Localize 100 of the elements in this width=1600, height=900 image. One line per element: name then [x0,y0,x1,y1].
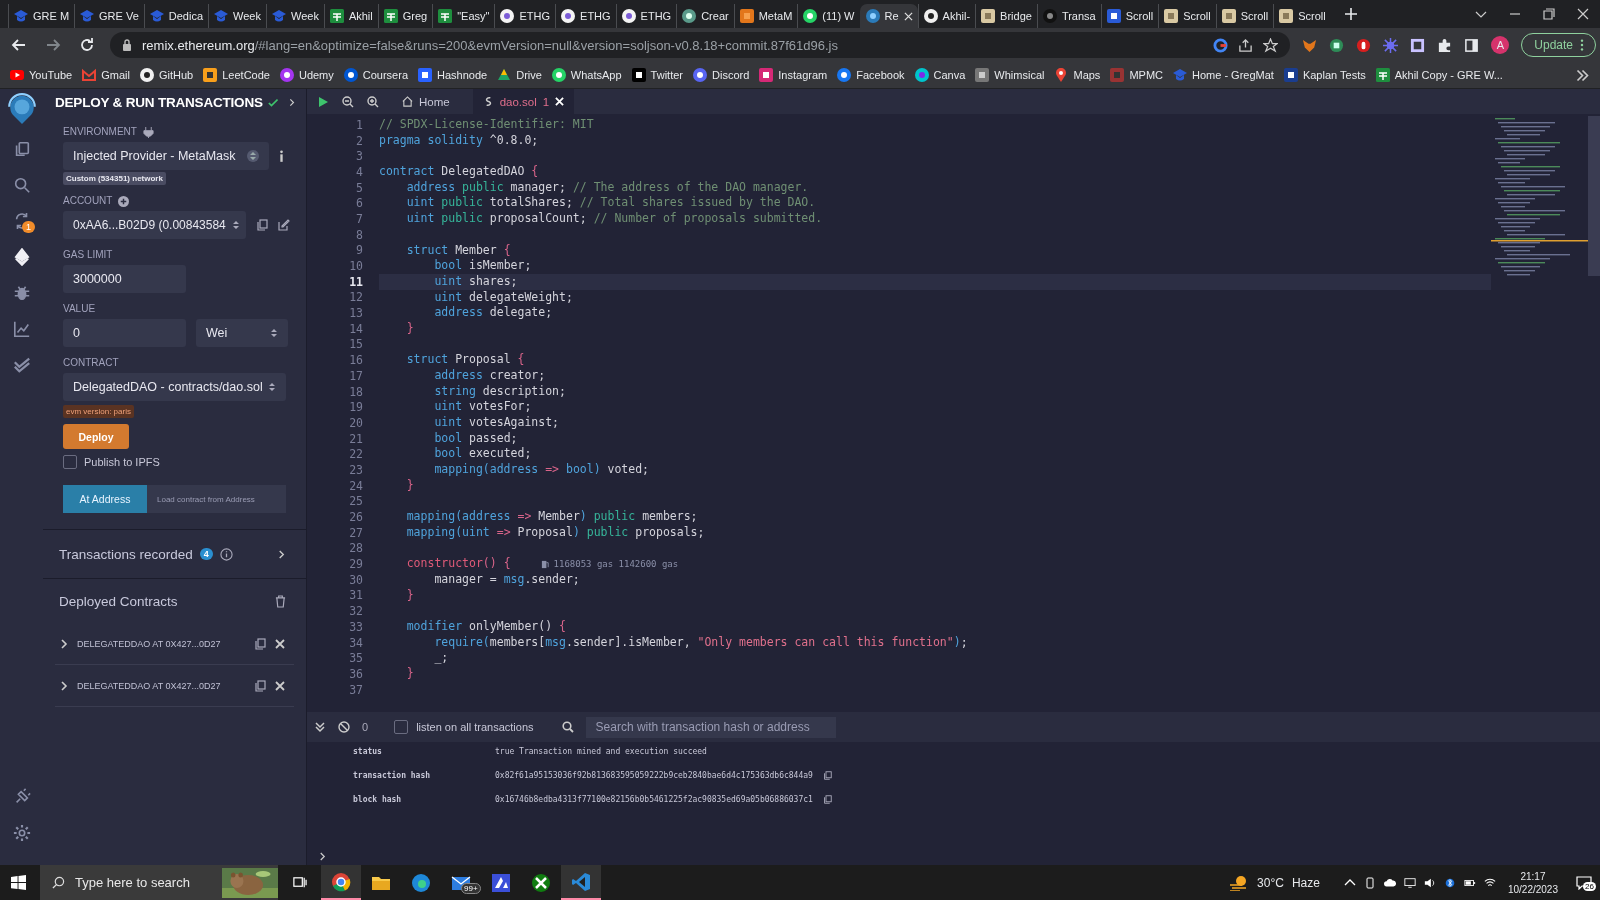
bookmark[interactable]: LeetCode [203,68,270,82]
windows-icon[interactable] [11,875,26,890]
code-line: struct Proposal { [405,352,526,368]
bookmark[interactable]: Coursera [343,68,409,82]
address-bar[interactable]: remix.ethereum.org/#lang=en&optimize=false&runs=200&evmVersion=null&version=soljson-v0.8.18+commit.87f61d96.js [110,32,1291,58]
at-address-button[interactable]: At Address [63,485,147,513]
bluetooth-icon[interactable] [1443,876,1456,889]
zoom-out-icon[interactable] [342,95,354,108]
bookmark[interactable]: Facebook [837,68,905,82]
more-icon[interactable] [1580,38,1584,52]
new-tab-icon[interactable] [1344,8,1357,20]
back-icon[interactable] [11,37,27,53]
bookmark[interactable]: Drive [497,68,542,82]
taskbar-app[interactable] [561,865,601,900]
unit-dropdown[interactable]: Wei [196,319,288,347]
reload-icon[interactable] [79,37,95,53]
copy-icon[interactable] [255,219,268,231]
bookmark[interactable]: YouTube [10,68,73,82]
chevron-right-icon[interactable] [59,680,69,691]
copy-icon[interactable] [822,771,832,780]
fox-icon[interactable] [1302,37,1318,53]
bookmark[interactable]: Maps [1054,68,1101,82]
speech-bubble-icon [1576,875,1592,890]
edit-icon[interactable] [277,219,290,231]
trash-icon[interactable] [275,594,286,608]
line-number: 8 [355,227,364,242]
display-icon[interactable] [1403,876,1416,889]
editor-tab[interactable]: dao.sol 1 [472,89,575,114]
chevron-icon[interactable] [1575,67,1590,83]
zoom-in-icon[interactable] [367,95,379,108]
value-field[interactable]: 0 [63,319,186,347]
circle-logo-icon[interactable] [1329,37,1345,53]
sidebar-icon[interactable] [1464,37,1480,53]
search-field[interactable]: Search with transaction hash or address [585,716,836,738]
hand-icon[interactable] [1356,37,1372,53]
chevron-right-icon[interactable] [288,98,296,107]
copy-icon[interactable] [822,795,832,804]
contract-instance[interactable]: DELEGATEDDAO AT 0X427...0D27 [77,638,221,649]
speaker-icon[interactable] [1423,876,1436,889]
bookmark[interactable]: MPMC [1110,68,1163,82]
chevron-right-icon[interactable] [59,638,69,649]
star-burst-icon[interactable] [1383,37,1399,53]
editor-tab[interactable]: Home [392,89,460,114]
address-field[interactable]: Load contract from Address [147,485,286,513]
contract-dropdown[interactable]: DelegatedDAO - contracts/dao.sol [63,373,286,401]
puzzle-icon[interactable] [1437,37,1453,53]
circle-logo-icon[interactable] [5,93,38,125]
bookmark[interactable]: Gmail [82,68,130,82]
chevron-right-icon[interactable] [277,549,286,559]
close-icon[interactable] [274,637,286,650]
bookmark[interactable]: Hashnode [418,68,488,82]
cloud-icon[interactable] [1383,876,1396,889]
bookmark[interactable]: Canva [914,68,966,82]
share-icon[interactable] [1238,37,1254,53]
clear-icon[interactable] [338,721,350,733]
bookmark[interactable]: WhatsApp [551,68,622,82]
plus-icon[interactable] [118,195,130,207]
taskbar-app[interactable] [321,865,361,900]
close-icon[interactable] [274,679,286,692]
notification-button[interactable]: 26 [1568,865,1600,900]
forward-icon[interactable] [45,37,61,53]
taskbar-app[interactable]: 99+ [441,865,481,900]
checkbox[interactable] [63,455,77,469]
bookmark[interactable]: Discord [693,68,750,82]
collapse-icon[interactable] [314,721,326,733]
gas-limit-field[interactable]: 3000000 [63,265,186,293]
environment-dropdown[interactable]: Injected Provider - MetaMask [63,142,269,170]
search-field[interactable]: Type here to search [40,865,278,900]
bookmark[interactable]: Instagram [759,68,828,82]
checkbox[interactable] [394,720,409,734]
bookmark[interactable]: Akhil Copy - GRE W... [1375,68,1503,82]
contract-instance[interactable]: DELEGATEDDAO AT 0X427...0D27 [77,680,221,691]
bookmark[interactable]: Kaplan Tests [1283,68,1366,82]
info-icon[interactable] [219,547,233,561]
code-line: } [405,320,415,337]
play-icon[interactable] [317,95,329,108]
bookmark[interactable]: Whimsical [975,68,1045,82]
copy-icon[interactable] [254,679,266,692]
star-icon[interactable] [1263,37,1279,53]
clock-date[interactable]: 10/22/2023 [1507,882,1558,896]
info-icon[interactable] [279,150,284,162]
square-logo-icon[interactable] [1410,37,1426,53]
circle-logo-icon[interactable] [1213,37,1229,53]
browser-tab[interactable]: Re [859,4,918,28]
bookmark[interactable]: GitHub [139,68,194,82]
close-icon[interactable] [903,11,913,21]
account-dropdown[interactable]: 0xAA6...B02D9 (0.00843584 [63,211,246,239]
circle-logo-icon [1042,9,1057,23]
clock-time[interactable]: 21:17 [1520,869,1546,883]
bookmark[interactable]: Udemy [279,68,334,82]
task-view-icon[interactable] [292,875,307,890]
avatar[interactable]: A [1491,36,1510,54]
phone-icon[interactable] [1363,876,1376,889]
restore-icon[interactable] [1543,8,1555,20]
wifi-icon[interactable] [1483,876,1496,889]
bookmark[interactable]: Home - GregMat [1173,68,1274,82]
bookmark[interactable]: Twitter [631,68,683,82]
close-icon[interactable] [1577,8,1589,20]
copy-icon[interactable] [254,637,266,650]
scrollbar-thumb[interactable] [1588,116,1600,276]
